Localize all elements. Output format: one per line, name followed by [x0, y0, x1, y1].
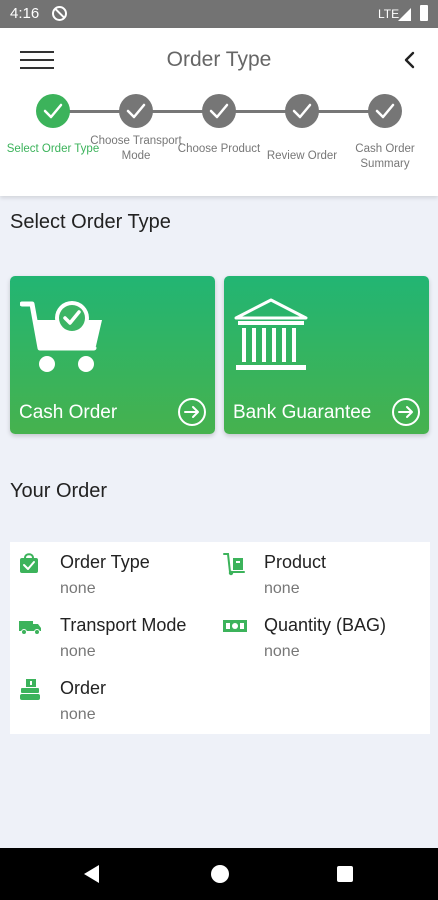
summary-label: Order: [60, 678, 107, 698]
summary-value: none: [60, 580, 96, 597]
nav-back-icon[interactable]: [84, 865, 99, 883]
back-button[interactable]: [398, 48, 422, 72]
network-type: LTE: [378, 7, 400, 21]
bank-guarantee-label: Bank Guarantee: [233, 402, 372, 423]
check-icon: [368, 94, 402, 128]
summary-value: none: [264, 643, 300, 660]
select-order-type-heading: Select Order Type: [10, 211, 171, 233]
step-label: Cash Order Summary: [355, 143, 415, 170]
app-header: Order Type Select Order Type Choose Tran…: [0, 28, 438, 196]
status-bar: 4:16 LTE: [0, 0, 438, 28]
do-not-disturb-icon: [52, 6, 67, 21]
summary-value: none: [60, 643, 96, 660]
money-icon: [223, 620, 247, 632]
arrow-right-circle-icon: [392, 398, 420, 426]
bank-guarantee-card[interactable]: Bank Guarantee: [224, 276, 429, 434]
arrow-right-circle-icon: [178, 398, 206, 426]
step-label: Review Order: [266, 150, 338, 162]
summary-label: Product: [264, 552, 327, 572]
cash-order-card[interactable]: Cash Order: [10, 276, 215, 434]
order-summary-panel: Order Type none Product none Transport M…: [10, 542, 430, 734]
chevron-left-icon: [404, 51, 415, 69]
battery-icon: [420, 5, 428, 21]
check-icon: [119, 94, 153, 128]
truck-icon: [19, 621, 41, 635]
shopping-bag-icon: [20, 553, 38, 573]
hand-box-icon: [20, 679, 40, 700]
navigation-bar: [0, 848, 438, 900]
nav-home-icon[interactable]: [211, 865, 229, 883]
nav-recents-icon[interactable]: [337, 866, 353, 882]
shopping-cart-check-icon: [20, 301, 102, 372]
summary-label: Quantity (BAG): [264, 615, 387, 635]
step-cash-order-summary[interactable]: Cash Order Summary: [335, 94, 435, 170]
bank-icon: [234, 298, 308, 370]
check-icon: [36, 94, 70, 128]
status-time: 4:16: [10, 5, 40, 22]
summary-label: Order Type: [60, 552, 150, 572]
signal-icon: [398, 8, 411, 21]
summary-label: Transport Mode: [60, 615, 187, 635]
your-order-heading: Your Order: [10, 480, 108, 502]
summary-value: none: [60, 706, 96, 723]
check-icon: [202, 94, 236, 128]
hand-truck-icon: [223, 553, 245, 576]
cash-order-label: Cash Order: [19, 402, 118, 423]
page-title: Order Type: [166, 48, 272, 71]
check-icon: [285, 94, 319, 128]
summary-value: none: [264, 580, 300, 597]
